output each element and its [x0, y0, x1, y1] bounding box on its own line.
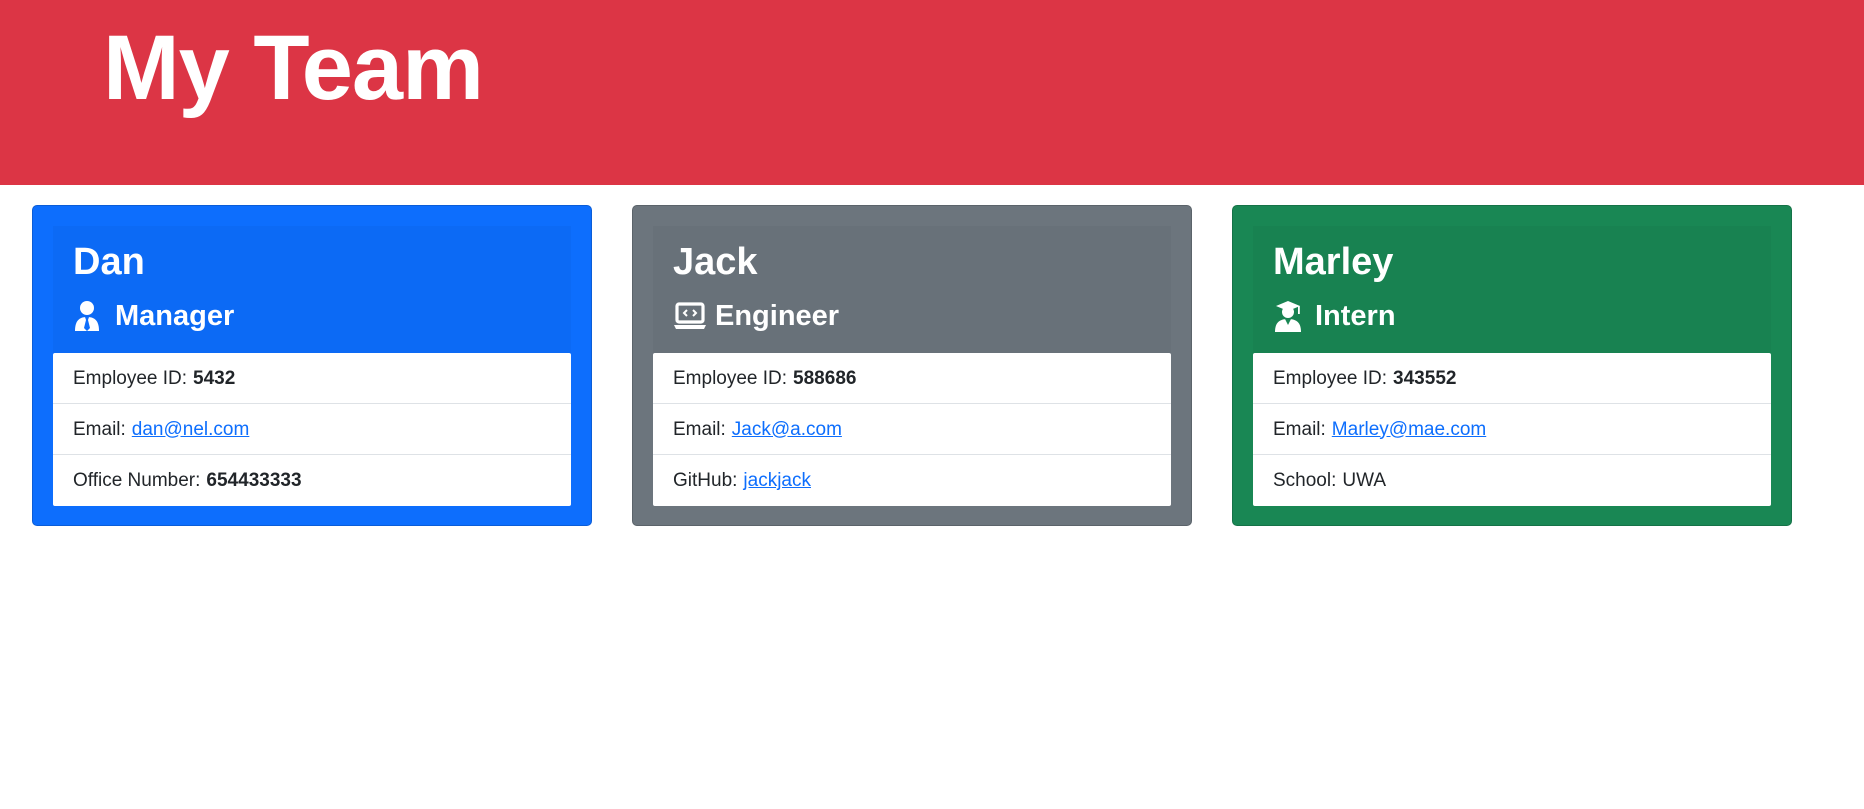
employee-role: Engineer: [673, 296, 839, 336]
email-link[interactable]: Marley@mae.com: [1332, 420, 1486, 439]
github-label: GitHub:: [673, 470, 738, 491]
employee-role: Intern: [1273, 296, 1396, 336]
list-item-employee-id: Employee ID: 343552: [1253, 353, 1771, 404]
list-item-office-number: Office Number: 654433333: [53, 455, 571, 506]
list-item-email: Email: Marley@mae.com: [1253, 404, 1771, 455]
role-label: Manager: [115, 299, 235, 332]
page-header: My Team: [0, 0, 1864, 185]
employee-id-label: Employee ID:: [1273, 367, 1388, 389]
employee-card-manager: Dan Manager Employee ID: 5432 Email: dan…: [32, 205, 592, 526]
employee-card-engineer: Jack Engineer Employee ID: 588686 Email:…: [632, 205, 1192, 526]
email-label: Email:: [73, 418, 126, 440]
list-item-school: School: UWA: [1253, 455, 1771, 506]
email-link[interactable]: dan@nel.com: [132, 420, 250, 439]
github-link[interactable]: jackjack: [743, 471, 811, 490]
employee-id-value: 5432: [193, 367, 236, 389]
list-item-email: Email: dan@nel.com: [53, 404, 571, 455]
employee-name: Dan: [73, 241, 145, 283]
employee-id-label: Employee ID:: [73, 367, 188, 389]
list-item-employee-id: Employee ID: 5432: [53, 353, 571, 404]
employee-id-value: 588686: [793, 367, 857, 389]
card-header: Dan Manager: [53, 226, 571, 358]
list-item-github: GitHub: jackjack: [653, 455, 1171, 506]
school-label: School:: [1273, 470, 1337, 491]
email-link[interactable]: Jack@a.com: [732, 420, 842, 439]
user-graduate-icon: [1273, 299, 1307, 333]
employee-id-label: Employee ID:: [673, 367, 788, 389]
card-details-list: Employee ID: 5432 Email: dan@nel.com Off…: [53, 353, 571, 506]
card-details-list: Employee ID: 343552 Email: Marley@mae.co…: [1253, 353, 1771, 506]
employee-role: Manager: [73, 296, 234, 336]
office-number-value: 654433333: [206, 470, 302, 491]
card-header: Jack Engineer: [653, 226, 1171, 358]
email-label: Email:: [1273, 418, 1326, 440]
employee-name: Marley: [1273, 241, 1394, 283]
employee-name: Jack: [673, 241, 758, 283]
role-label: Intern: [1315, 299, 1396, 332]
card-header: Marley Intern: [1253, 226, 1771, 358]
email-label: Email:: [673, 418, 726, 440]
user-tie-icon: [73, 299, 107, 333]
laptop-code-icon: [673, 299, 707, 333]
list-item-email: Email: Jack@a.com: [653, 404, 1171, 455]
office-number-label: Office Number:: [73, 470, 201, 491]
list-item-employee-id: Employee ID: 588686: [653, 353, 1171, 404]
employee-card-intern: Marley Intern Employee ID: 343552 Email:…: [1232, 205, 1792, 526]
employee-id-value: 343552: [1393, 367, 1457, 389]
page-title: My Team: [103, 17, 484, 119]
role-label: Engineer: [715, 299, 840, 332]
team-cards: Dan Manager Employee ID: 5432 Email: dan…: [32, 205, 1792, 526]
school-value: UWA: [1342, 470, 1386, 491]
card-details-list: Employee ID: 588686 Email: Jack@a.com Gi…: [653, 353, 1171, 506]
